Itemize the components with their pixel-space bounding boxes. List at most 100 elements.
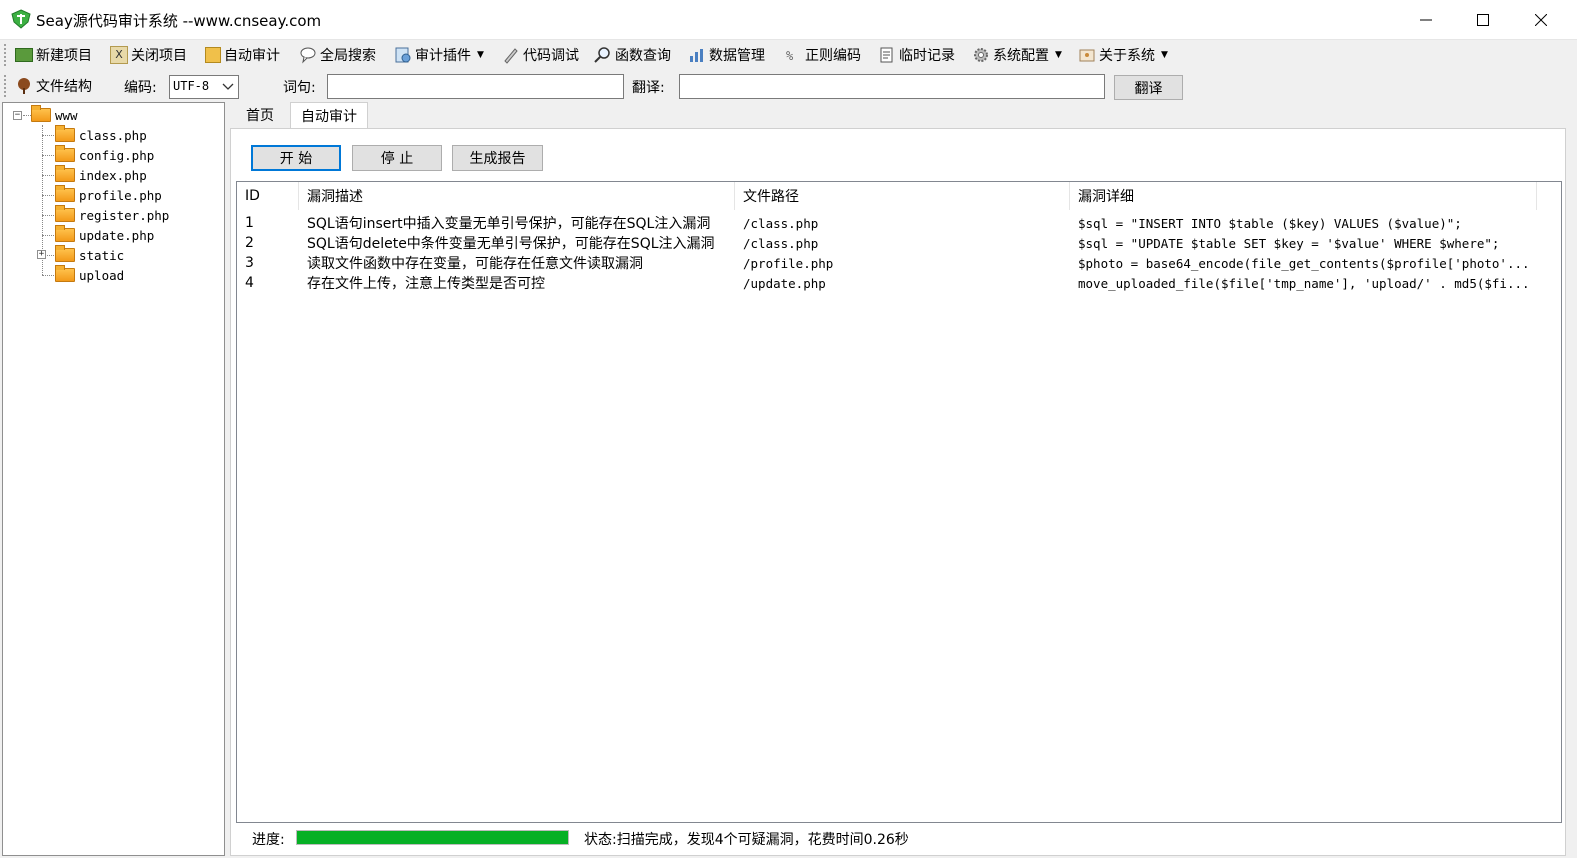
function-search-icon: [594, 47, 610, 63]
row-path: /class.php: [743, 235, 819, 251]
folder-icon: [55, 245, 75, 262]
gear-icon: [974, 48, 988, 62]
regex-encode-button[interactable]: % 正则编码: [784, 44, 861, 66]
data-manage-icon: [690, 49, 703, 62]
auto-audit-button[interactable]: 自动审计: [205, 44, 280, 66]
maximize-button[interactable]: [1454, 0, 1512, 40]
data-manage-button[interactable]: 数据管理: [688, 44, 765, 66]
table-header: ID 漏洞描述 文件路径 漏洞详细: [237, 182, 1561, 210]
row-id: 3: [245, 255, 254, 271]
tab-auto-audit[interactable]: 自动审计: [290, 102, 368, 129]
plugin-icon: [395, 47, 411, 63]
translate-button[interactable]: 翻译: [1114, 75, 1183, 100]
close-project-button[interactable]: X 关闭项目: [110, 44, 187, 66]
table-row[interactable]: 4 存在文件上传，注意上传类型是否可控 /update.php move_upl…: [237, 273, 1561, 293]
tree-item-profile-php[interactable]: profile.php: [55, 185, 162, 204]
window-title: Seay源代码审计系统 --www.cnseay.com: [36, 12, 322, 30]
column-header-desc[interactable]: 漏洞描述: [299, 182, 735, 210]
row-id: 2: [245, 235, 254, 251]
toolbar-grip[interactable]: [4, 44, 7, 66]
file-icon: [55, 145, 75, 162]
app-logo-icon: [11, 9, 31, 29]
file-icon: [55, 225, 75, 242]
function-search-button[interactable]: 函数查询: [594, 44, 671, 66]
minimize-button[interactable]: [1397, 0, 1455, 40]
row-path: /profile.php: [743, 255, 834, 271]
row-detail: $photo = base64_encode(file_get_contents…: [1078, 255, 1530, 271]
toolbar-grip[interactable]: [4, 75, 7, 97]
tree-item-upload[interactable]: upload: [55, 265, 124, 284]
global-search-icon: [300, 47, 316, 64]
folder-icon: [55, 265, 75, 282]
row-description: 存在文件上传，注意上传类型是否可控: [307, 276, 545, 292]
column-header-id[interactable]: ID: [237, 182, 299, 210]
results-table[interactable]: ID 漏洞描述 文件路径 漏洞详细 1 SQL语句insert中插入变量无单引号…: [236, 181, 1562, 823]
svg-text:%: %: [786, 49, 794, 63]
table-row[interactable]: 3 读取文件函数中存在变量，可能存在任意文件读取漏洞 /profile.php …: [237, 253, 1561, 273]
notes-icon: [880, 47, 893, 63]
code-debug-button[interactable]: 代码调试: [502, 44, 579, 66]
tree-item-index-php[interactable]: index.php: [55, 165, 147, 184]
stop-button[interactable]: 停 止: [352, 145, 442, 171]
new-project-button[interactable]: 新建项目: [15, 44, 92, 66]
word-input[interactable]: [327, 74, 624, 99]
collapse-toggle[interactable]: −: [13, 111, 22, 120]
word-label: 词句:: [283, 80, 316, 96]
row-id: 4: [245, 275, 254, 291]
chevron-down-icon: [222, 83, 234, 90]
file-icon: [55, 185, 75, 202]
row-detail: $sql = "UPDATE $table SET $key = '$value…: [1078, 235, 1500, 251]
maximize-icon: [1477, 14, 1489, 26]
table-row[interactable]: 1 SQL语句insert中插入变量无单引号保护，可能存在SQL注入漏洞 /cl…: [237, 213, 1561, 233]
title-bar: Seay源代码审计系统 --www.cnseay.com: [0, 0, 1577, 40]
row-description: SQL语句insert中插入变量无单引号保护，可能存在SQL注入漏洞: [307, 216, 711, 232]
tree-item-register-php[interactable]: register.php: [55, 205, 169, 224]
file-tree: − www class.php config.php index.php pro…: [2, 102, 225, 856]
dropdown-arrow-icon: ▼: [1161, 50, 1168, 60]
temp-notes-button[interactable]: 临时记录: [878, 44, 955, 66]
encoding-select[interactable]: UTF-8: [169, 75, 239, 99]
global-search-button[interactable]: 全局搜索: [299, 44, 376, 66]
row-detail: $sql = "INSERT INTO $table ($key) VALUES…: [1078, 215, 1462, 231]
file-structure-button[interactable]: 文件结构: [15, 75, 92, 97]
row-path: /class.php: [743, 215, 819, 231]
status-text: 状态:扫描完成，发现4个可疑漏洞，花费时间0.26秒: [584, 832, 909, 848]
progress-fill: [297, 831, 568, 844]
system-config-button[interactable]: 系统配置 ▼: [972, 44, 1062, 66]
file-icon: [55, 125, 75, 142]
expand-toggle[interactable]: +: [37, 250, 46, 259]
generate-report-button[interactable]: 生成报告: [452, 145, 543, 171]
translate-label: 翻译:: [632, 80, 665, 96]
regex-icon: %: [786, 49, 794, 63]
folder-icon: [31, 105, 51, 122]
debug-icon: [504, 48, 518, 64]
tree-item-update-php[interactable]: update.php: [55, 225, 154, 244]
tab-home[interactable]: 首页: [232, 103, 288, 127]
row-id: 1: [245, 215, 254, 231]
tree-root-www[interactable]: www: [31, 105, 78, 124]
close-project-icon: X: [110, 46, 128, 64]
tree-item-config-php[interactable]: config.php: [55, 145, 154, 164]
table-row[interactable]: 2 SQL语句delete中条件变量无单引号保护，可能存在SQL注入漏洞 /cl…: [237, 233, 1561, 253]
file-icon: [55, 165, 75, 182]
audit-plugin-button[interactable]: 审计插件 ▼: [394, 44, 484, 66]
row-description: 读取文件函数中存在变量，可能存在任意文件读取漏洞: [307, 256, 643, 272]
tree-item-class-php[interactable]: class.php: [55, 125, 147, 144]
progress-bar: [296, 830, 569, 845]
new-project-icon: [15, 48, 33, 62]
encoding-label: 编码:: [124, 80, 157, 96]
dropdown-arrow-icon: ▼: [477, 50, 484, 60]
file-icon: [55, 205, 75, 222]
column-header-detail[interactable]: 漏洞详细: [1070, 182, 1537, 210]
about-system-button[interactable]: 关于系统 ▼: [1078, 44, 1168, 66]
start-button[interactable]: 开 始: [251, 145, 341, 171]
close-button[interactable]: [1512, 0, 1570, 40]
row-detail: move_uploaded_file($file['tmp_name'], 'u…: [1078, 275, 1530, 291]
row-path: /update.php: [743, 275, 826, 291]
auto-audit-icon: [205, 47, 221, 63]
tree-icon: [18, 78, 30, 94]
column-header-path[interactable]: 文件路径: [735, 182, 1070, 210]
tree-item-static[interactable]: static: [55, 245, 124, 264]
row-description: SQL语句delete中条件变量无单引号保护，可能存在SQL注入漏洞: [307, 236, 715, 252]
translate-input[interactable]: [679, 74, 1105, 99]
